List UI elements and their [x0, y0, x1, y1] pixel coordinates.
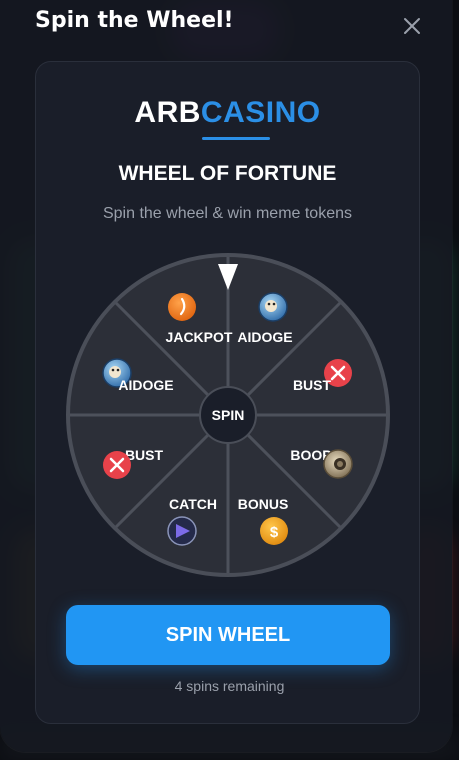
segment-label: BONUS — [238, 496, 289, 512]
svg-text:$: $ — [270, 524, 279, 541]
jackpot-token-icon — [168, 293, 196, 321]
segment-label: BUST — [293, 377, 332, 393]
bust-x-icon — [103, 451, 131, 479]
aidoge-token-icon — [258, 292, 288, 322]
segment-label: CATCH — [169, 496, 217, 512]
segment-label: BUST — [125, 447, 164, 463]
spin-hub-button[interactable]: SPIN — [199, 386, 257, 444]
segment-label: AIDOGE — [237, 329, 292, 345]
hub-label: SPIN — [212, 407, 245, 423]
spins-remaining: 4 spins remaining — [174, 678, 285, 694]
catch-token-icon — [167, 516, 197, 546]
spin-wheel-modal: Spin the Wheel! ARBCASINO WHEEL OF FORTU… — [0, 0, 452, 752]
boop-token-icon — [323, 449, 353, 479]
segment-label: AIDOGE — [118, 377, 173, 393]
segment-label: JACKPOT — [166, 329, 233, 345]
spin-wheel-button[interactable]: SPIN WHEEL — [66, 605, 390, 665]
dollar-coin-icon: $ — [260, 517, 288, 545]
